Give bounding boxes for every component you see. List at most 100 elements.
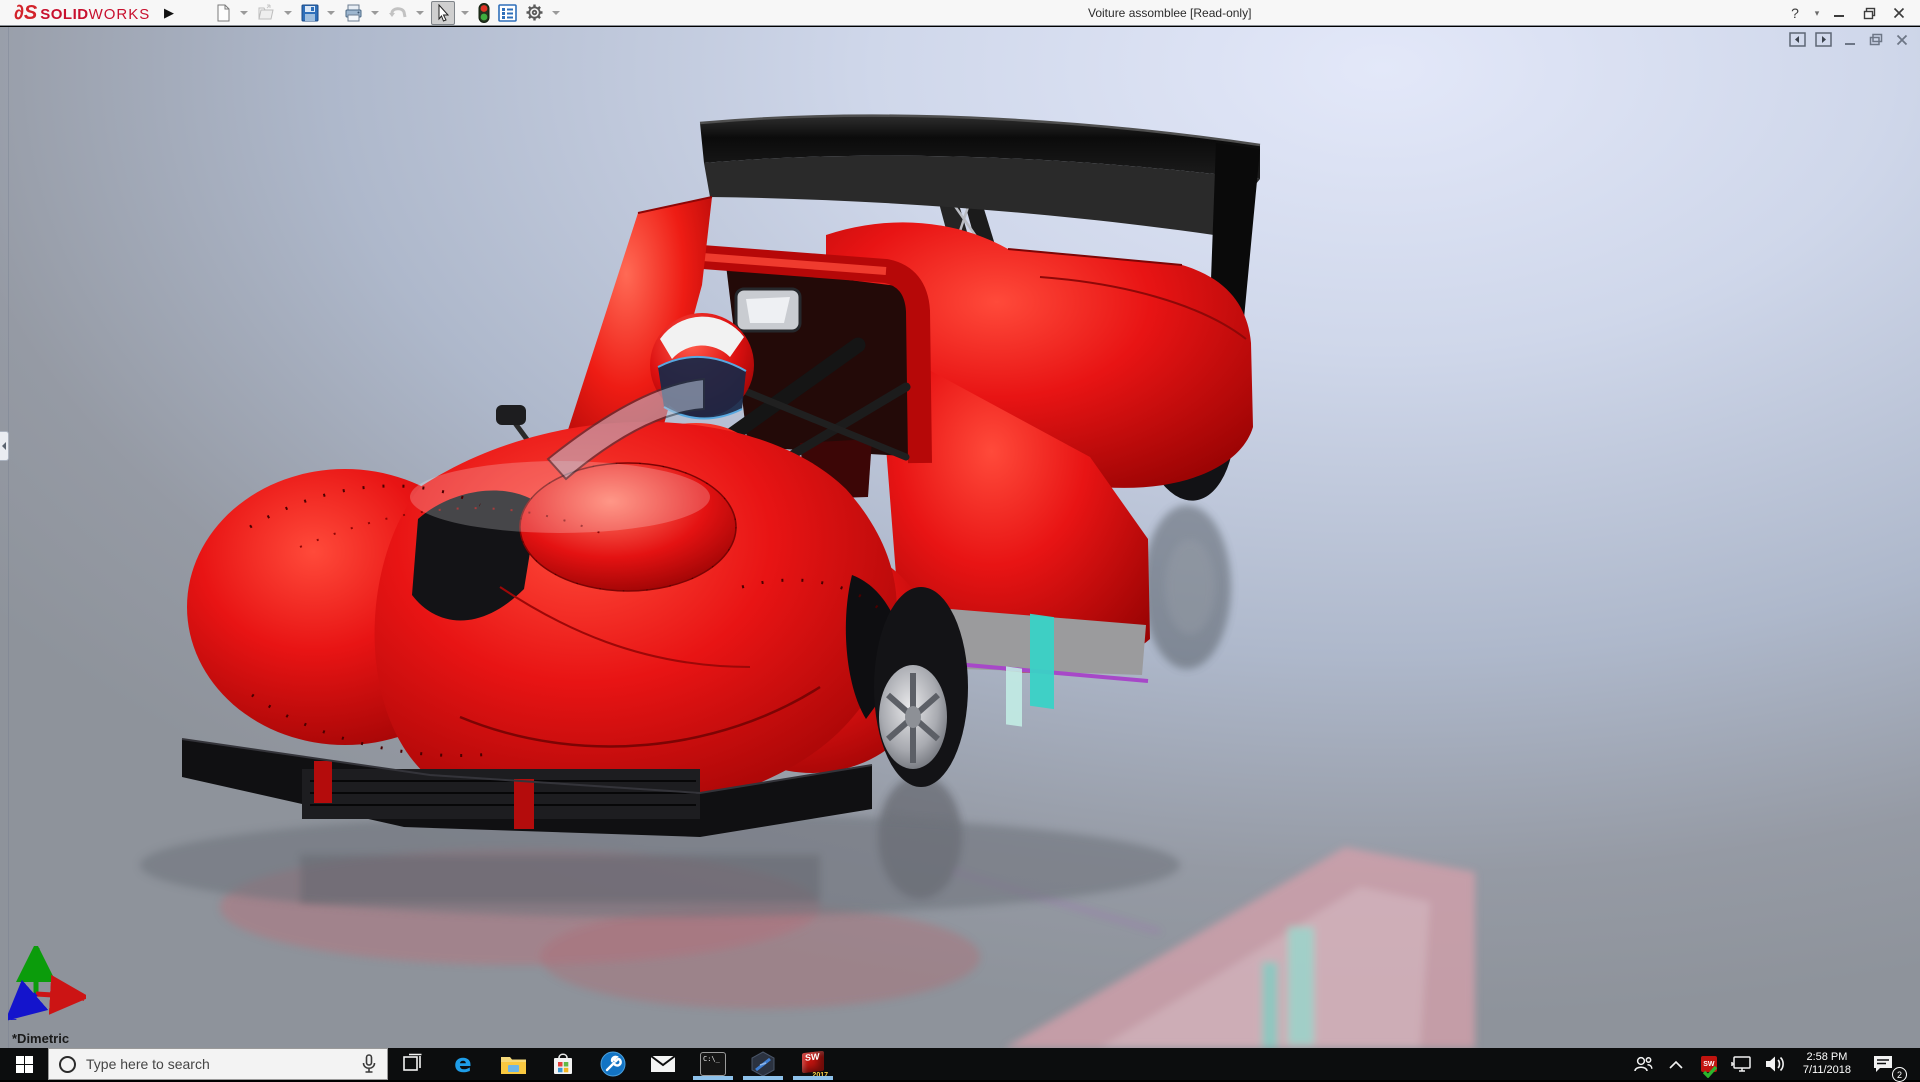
search-input[interactable] — [86, 1056, 351, 1072]
dassault-logo-icon: ∂S — [14, 3, 37, 23]
task-view-button[interactable] — [388, 1048, 438, 1080]
save-icon — [301, 4, 319, 22]
pane-right-button[interactable] — [1815, 32, 1832, 47]
traffic-light-icon — [478, 3, 490, 23]
windows-taskbar: e C:\_ SW 2017 SW — [0, 1048, 1920, 1080]
feature-pane-divider — [8, 27, 9, 1048]
feature-pane-tab[interactable] — [0, 431, 9, 461]
wrench-circle-icon — [600, 1051, 626, 1077]
save-button[interactable] — [299, 1, 321, 25]
titlebar: ∂S SOLID WORKS ▶ Voiture — [0, 0, 1920, 26]
doc-restore-button[interactable] — [1867, 32, 1884, 47]
open-button[interactable] — [255, 1, 278, 25]
store-icon — [551, 1052, 575, 1076]
clock-time: 2:58 PM — [1803, 1051, 1851, 1064]
network-tray[interactable] — [1729, 1050, 1755, 1078]
hidden-icons-chevron[interactable] — [1663, 1050, 1689, 1078]
new-document-icon — [214, 4, 232, 22]
start-button[interactable] — [0, 1048, 48, 1080]
undo-icon — [388, 4, 408, 22]
taskbar-solidworks[interactable]: SW 2017 — [788, 1048, 838, 1080]
minimize-button[interactable] — [1824, 1, 1854, 25]
window-controls: ? ▾ — [1780, 0, 1914, 26]
taskbar-search[interactable] — [48, 1048, 388, 1080]
restore-button[interactable] — [1854, 1, 1884, 25]
triad-x-label: X — [77, 992, 85, 1004]
windows-logo-icon — [16, 1056, 33, 1073]
solidworks-2017-icon: SW 2017 — [800, 1051, 826, 1077]
triad-z-label: Z — [10, 1011, 17, 1023]
rebuild-button[interactable] — [476, 1, 492, 25]
brand-works: WORKS — [89, 6, 151, 23]
people-icon — [1633, 1055, 1653, 1073]
view-orientation-label: *Dimetric — [12, 1031, 69, 1046]
taskbar-edge[interactable]: e — [438, 1048, 488, 1080]
taskbar-clock[interactable]: 2:58 PM 7/11/2018 — [1795, 1051, 1859, 1077]
running-indicator — [793, 1076, 833, 1080]
taskbar-command-prompt[interactable]: C:\_ — [688, 1048, 738, 1080]
select-dropdown[interactable] — [461, 11, 469, 15]
action-center-icon — [1872, 1054, 1894, 1074]
system-tray: SW 2:58 PM 7/11/2018 2 — [1630, 1048, 1920, 1080]
action-center-button[interactable]: 2 — [1866, 1050, 1900, 1078]
running-indicator — [693, 1076, 733, 1080]
car-body[interactable] — [182, 116, 1260, 837]
front-wheel — [874, 587, 968, 787]
taskbar-mail[interactable] — [638, 1048, 688, 1080]
green-check-icon — [1703, 1066, 1717, 1078]
document-window-controls — [1789, 32, 1910, 47]
volume-tray[interactable] — [1762, 1050, 1788, 1078]
quick-access-toolbar — [210, 1, 565, 25]
help-button[interactable]: ? — [1780, 1, 1810, 25]
solidworks-monitor-tray[interactable]: SW — [1696, 1050, 1722, 1078]
graphics-viewport[interactable]: Y X Z *Dimetric — [0, 27, 1920, 1048]
pane-left-button[interactable] — [1789, 32, 1806, 47]
undo-dropdown[interactable] — [416, 11, 424, 15]
taskbar-store[interactable] — [538, 1048, 588, 1080]
options-button[interactable] — [523, 1, 546, 25]
print-dropdown[interactable] — [371, 11, 379, 15]
taskbar-file-explorer[interactable] — [488, 1048, 538, 1080]
mirror — [736, 289, 800, 331]
open-icon — [257, 4, 276, 22]
hexagon-app-icon — [750, 1051, 776, 1077]
open-dropdown[interactable] — [284, 11, 292, 15]
race-car-model[interactable] — [0, 27, 1920, 1048]
doc-close-button[interactable] — [1893, 32, 1910, 47]
task-view-icon — [401, 1052, 425, 1076]
brand-solid: SOLID — [40, 6, 88, 23]
doc-minimize-button[interactable] — [1841, 32, 1858, 47]
reference-triad: Y X Z — [8, 946, 86, 1024]
help-dropdown[interactable]: ▾ — [1810, 1, 1824, 25]
select-arrow-icon — [434, 4, 452, 22]
triad-y-label: Y — [33, 947, 41, 959]
taskbar-get-help[interactable] — [588, 1048, 638, 1080]
undo-button[interactable] — [386, 1, 410, 25]
close-button[interactable] — [1884, 1, 1914, 25]
sw-tray-badge: SW — [1701, 1056, 1717, 1072]
people-button[interactable] — [1630, 1050, 1656, 1078]
new-dropdown[interactable] — [240, 11, 248, 15]
file-explorer-icon — [500, 1053, 527, 1075]
menu-flyout-arrow[interactable]: ▶ — [158, 2, 180, 24]
microphone-icon[interactable] — [361, 1054, 377, 1074]
gear-icon — [525, 3, 544, 22]
options-dropdown[interactable] — [552, 11, 560, 15]
edge-icon: e — [454, 1051, 472, 1077]
print-icon — [344, 4, 363, 22]
taskbar-hexagon-app[interactable] — [738, 1048, 788, 1080]
clock-date: 7/11/2018 — [1803, 1064, 1851, 1077]
mail-icon — [650, 1054, 676, 1074]
save-dropdown[interactable] — [327, 11, 335, 15]
speaker-icon — [1764, 1055, 1786, 1073]
new-document-button[interactable] — [212, 1, 234, 25]
command-prompt-icon: C:\_ — [700, 1052, 726, 1076]
property-list-icon — [498, 4, 517, 22]
select-arrow-button[interactable] — [431, 1, 455, 25]
display-settings-button[interactable] — [496, 1, 519, 25]
print-button[interactable] — [342, 1, 365, 25]
chevron-up-icon — [1669, 1060, 1683, 1069]
cortana-icon — [59, 1056, 76, 1073]
ethernet-icon — [1731, 1055, 1753, 1073]
running-indicator — [743, 1076, 783, 1080]
